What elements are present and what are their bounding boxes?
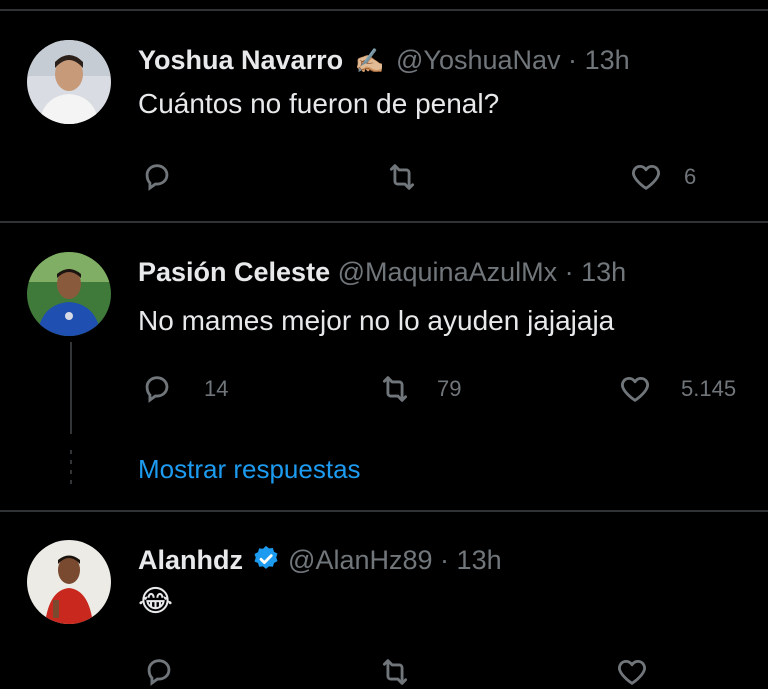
tweet-text: 😂 [138, 585, 174, 618]
like-button[interactable] [612, 655, 652, 689]
retweet-button[interactable] [382, 160, 444, 194]
reply-button[interactable]: 14 [138, 372, 228, 406]
retweet-count: 79 [437, 376, 462, 401]
handle[interactable]: @AlanHz89 [288, 545, 432, 575]
reply-count: 14 [204, 376, 229, 401]
separator: · [440, 545, 450, 575]
verified-badge-icon[interactable] [251, 544, 281, 574]
retweet-icon [382, 376, 408, 402]
tweet-pasion-celeste[interactable]: Pasión Celeste @MaquinaAzulMx · 13h No m… [0, 222, 768, 510]
like-icon [618, 659, 646, 685]
tweet-header: Pasión Celeste @MaquinaAzulMx · 13h [138, 257, 626, 288]
display-name[interactable]: Yoshua Navarro [138, 45, 343, 75]
tweet-header: Alanhdz @AlanHz89 · 13h [138, 544, 502, 576]
reply-button[interactable] [140, 655, 178, 689]
retweet-icon [389, 164, 415, 190]
tweet-text: Cuántos no fueron de penal? [138, 88, 500, 119]
display-name[interactable]: Pasión Celeste [138, 257, 330, 287]
tweet-header: Yoshua Navarro ✍🏼 @YoshuaNav · 13h [138, 45, 630, 76]
avatar[interactable] [27, 540, 111, 624]
thread-dots [70, 450, 72, 490]
show-replies-link[interactable]: Mostrar respuestas [138, 454, 361, 485]
timestamp[interactable]: 13h [581, 257, 626, 287]
like-button[interactable]: 6 [626, 160, 696, 194]
badge-emoji: ✍🏼 [354, 48, 385, 75]
tweet-text: No mames mejor no lo ayuden jajajaja [138, 305, 615, 336]
reply-icon [147, 659, 171, 686]
retweet-button[interactable] [375, 655, 415, 689]
avatar[interactable] [27, 40, 111, 124]
reply-icon [145, 164, 169, 191]
like-count: 5.145 [681, 376, 737, 401]
display-name[interactable]: Alanhdz [138, 545, 243, 575]
retweet-button[interactable]: 79 [375, 372, 461, 406]
handle[interactable]: @YoshuaNav [396, 45, 561, 75]
timestamp[interactable]: 13h [585, 45, 630, 75]
thread-line [70, 342, 72, 434]
handle[interactable]: @MaquinaAzulMx [338, 257, 558, 287]
tweet-yoshua[interactable]: Yoshua Navarro ✍🏼 @YoshuaNav · 13h Cuánt… [0, 0, 768, 222]
like-button[interactable]: 5.145 [615, 372, 736, 406]
retweet-icon [382, 659, 408, 685]
like-icon [621, 376, 649, 402]
like-count: 6 [684, 164, 697, 189]
timestamp[interactable]: 13h [457, 545, 502, 575]
avatar[interactable] [27, 252, 111, 336]
tweet-alanhdz[interactable]: Alanhdz @AlanHz89 · 13h 😂 [0, 512, 768, 686]
like-icon [632, 164, 660, 190]
reply-icon [145, 376, 169, 403]
separator: · [564, 257, 574, 287]
separator: · [568, 45, 578, 75]
reply-button[interactable] [138, 160, 198, 194]
